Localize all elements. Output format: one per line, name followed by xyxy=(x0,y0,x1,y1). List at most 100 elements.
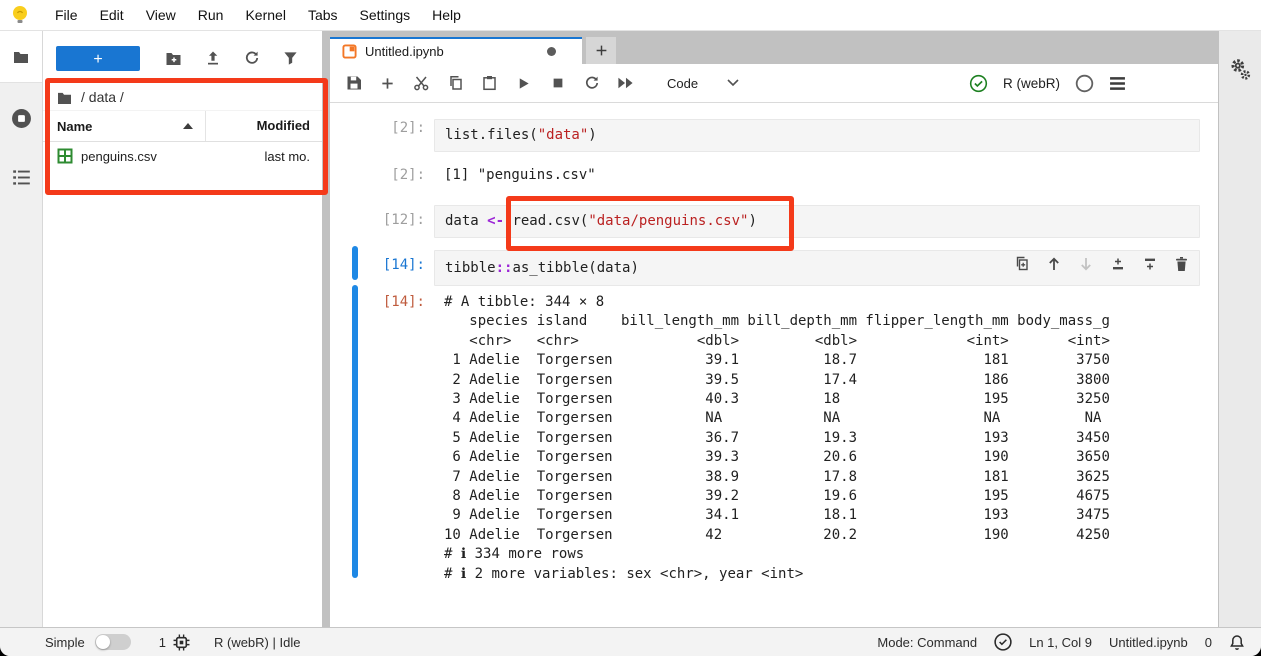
sidebar-tab-table-of-contents[interactable] xyxy=(12,169,31,186)
sort-ascending-icon xyxy=(183,123,193,129)
trust-shield-icon[interactable] xyxy=(994,633,1012,651)
menu-tabs[interactable]: Tabs xyxy=(297,0,349,30)
code-cell-3-active: [14]: tibble::as_tibble(data) xyxy=(330,250,1218,286)
sidebar-tab-filebrowser[interactable] xyxy=(0,31,42,82)
interrupt-kernel-button[interactable] xyxy=(549,75,566,92)
file-name: penguins.csv xyxy=(81,149,264,164)
menu-edit[interactable]: Edit xyxy=(89,0,135,30)
cursor-position[interactable]: Ln 1, Col 9 xyxy=(1029,635,1092,650)
tab-bar: Untitled.ipynb xyxy=(330,31,1218,64)
notebook-panel: Untitled.ipynb xyxy=(330,31,1218,628)
column-header-modified[interactable]: Modified xyxy=(205,111,322,141)
kernel-name-button[interactable]: R (webR) xyxy=(1003,76,1060,91)
toggle-knob xyxy=(96,635,110,649)
insert-cell-above-button[interactable] xyxy=(1110,256,1127,273)
code-cell-2: [12]: data <- read.csv("data/penguins.cs… xyxy=(330,205,1218,238)
statusbar-filename[interactable]: Untitled.ipynb xyxy=(1109,635,1188,650)
running-kernels-icon xyxy=(11,108,32,129)
menu-help[interactable]: Help xyxy=(421,0,472,30)
move-cell-down-button[interactable] xyxy=(1078,256,1095,273)
status-bar: Simple 1 R (webR) | Idle Mode: Command L xyxy=(0,627,1261,656)
new-tab-button[interactable] xyxy=(586,37,616,64)
menu-view[interactable]: View xyxy=(135,0,187,30)
add-cell-button[interactable] xyxy=(379,75,396,92)
output-text: [1] "penguins.csv" xyxy=(434,162,596,188)
new-folder-button[interactable] xyxy=(165,51,182,66)
bell-icon[interactable] xyxy=(1229,634,1245,651)
cell-type-dropdown[interactable]: Code xyxy=(667,76,740,91)
cut-cells-button[interactable] xyxy=(413,75,430,92)
activity-sidebar xyxy=(0,31,43,628)
code-cell-1: [2]: list.files("data") xyxy=(330,119,1218,152)
notification-count[interactable]: 0 xyxy=(1205,635,1212,650)
paste-cells-button[interactable] xyxy=(481,75,498,92)
kernel-status-text[interactable]: R (webR) | Idle xyxy=(214,635,300,650)
jupyterlite-logo-icon xyxy=(10,4,30,26)
file-browser-toolbar: + xyxy=(43,45,322,71)
kernel-status-icon[interactable] xyxy=(1075,74,1094,93)
filter-files-button[interactable] xyxy=(283,51,298,66)
menu-file[interactable]: File xyxy=(44,0,89,30)
insert-cell-below-button[interactable] xyxy=(1142,256,1159,273)
file-list-header: Name Modified xyxy=(43,110,322,142)
right-sidebar xyxy=(1219,31,1261,628)
code-editor-3[interactable]: tibble::as_tibble(data) xyxy=(434,250,1200,286)
jupyterlab-window: File Edit View Run Kernel Tabs Settings … xyxy=(0,0,1261,656)
trusted-check-icon xyxy=(969,74,988,93)
menu-kernel[interactable]: Kernel xyxy=(234,0,296,30)
notebook-file-icon xyxy=(342,44,357,59)
simple-mode-label: Simple xyxy=(45,635,85,650)
cell-3-output: [14]: # A tibble: 344 × 8 species island… xyxy=(330,291,1218,584)
breadcrumb-folder-icon xyxy=(57,91,72,104)
notebook-cells-area: [2]: list.files("data") [2]: [1] "pengui… xyxy=(330,103,1218,628)
file-row-penguins-csv[interactable]: penguins.csv last mo. xyxy=(43,142,322,170)
duplicate-cell-button[interactable] xyxy=(1014,256,1031,273)
input-prompt: [12]: xyxy=(330,205,434,238)
restart-kernel-button[interactable] xyxy=(583,75,600,92)
refresh-button[interactable] xyxy=(244,50,260,66)
menu-bar: File Edit View Run Kernel Tabs Settings … xyxy=(0,0,1261,31)
tab-title: Untitled.ipynb xyxy=(365,44,444,59)
file-modified: last mo. xyxy=(264,149,310,164)
menu-settings[interactable]: Settings xyxy=(349,0,422,30)
new-launcher-button[interactable]: + xyxy=(56,46,140,71)
breadcrumb-path: / data / xyxy=(81,89,124,105)
save-button[interactable] xyxy=(345,75,362,92)
delete-cell-button[interactable] xyxy=(1174,256,1191,273)
breadcrumb[interactable]: / data / xyxy=(43,84,322,110)
output-prompt: [2]: xyxy=(330,162,434,188)
cell-input-collapser[interactable] xyxy=(352,246,358,280)
folder-icon xyxy=(12,49,30,65)
input-prompt: [2]: xyxy=(330,119,434,152)
hamburger-menu-icon[interactable] xyxy=(1109,76,1126,91)
tibble-output-text: # A tibble: 344 × 8 species island bill_… xyxy=(434,291,1110,584)
menu-run[interactable]: Run xyxy=(187,0,235,30)
command-mode-indicator[interactable]: Mode: Command xyxy=(877,635,977,650)
chevron-down-icon xyxy=(726,78,740,88)
run-cell-button[interactable] xyxy=(515,75,532,92)
tab-untitled-ipynb[interactable]: Untitled.ipynb xyxy=(330,37,582,64)
restart-run-all-button[interactable] xyxy=(617,75,634,92)
sidebar-tab-running-kernels[interactable] xyxy=(11,108,32,129)
cell-output-collapser[interactable] xyxy=(352,285,358,578)
cell-1-output: [2]: [1] "penguins.csv" xyxy=(330,162,1218,188)
cell-toolbar xyxy=(1014,256,1191,273)
input-prompt: [14]: xyxy=(330,250,434,286)
move-cell-up-button[interactable] xyxy=(1046,256,1063,273)
kernel-count: 1 xyxy=(159,635,166,650)
kernel-chip-icon[interactable] xyxy=(173,634,190,651)
notebook-toolbar: Code R (webR) xyxy=(330,64,1218,103)
unsaved-changes-dot[interactable] xyxy=(547,47,556,56)
file-browser-panel: + xyxy=(43,31,322,628)
simple-mode-toggle[interactable] xyxy=(95,634,131,650)
column-header-name[interactable]: Name xyxy=(57,119,205,134)
property-inspector-gears-icon[interactable] xyxy=(1229,58,1251,628)
csv-file-icon xyxy=(57,148,73,164)
upload-button[interactable] xyxy=(205,50,221,66)
code-editor-2[interactable]: data <- read.csv("data/penguins.csv") xyxy=(434,205,1200,238)
toc-list-icon xyxy=(12,169,31,186)
code-editor-1[interactable]: list.files("data") xyxy=(434,119,1200,152)
copy-cells-button[interactable] xyxy=(447,75,464,92)
notebook-body: Code R (webR) xyxy=(330,64,1218,628)
output-prompt: [14]: xyxy=(330,291,434,584)
